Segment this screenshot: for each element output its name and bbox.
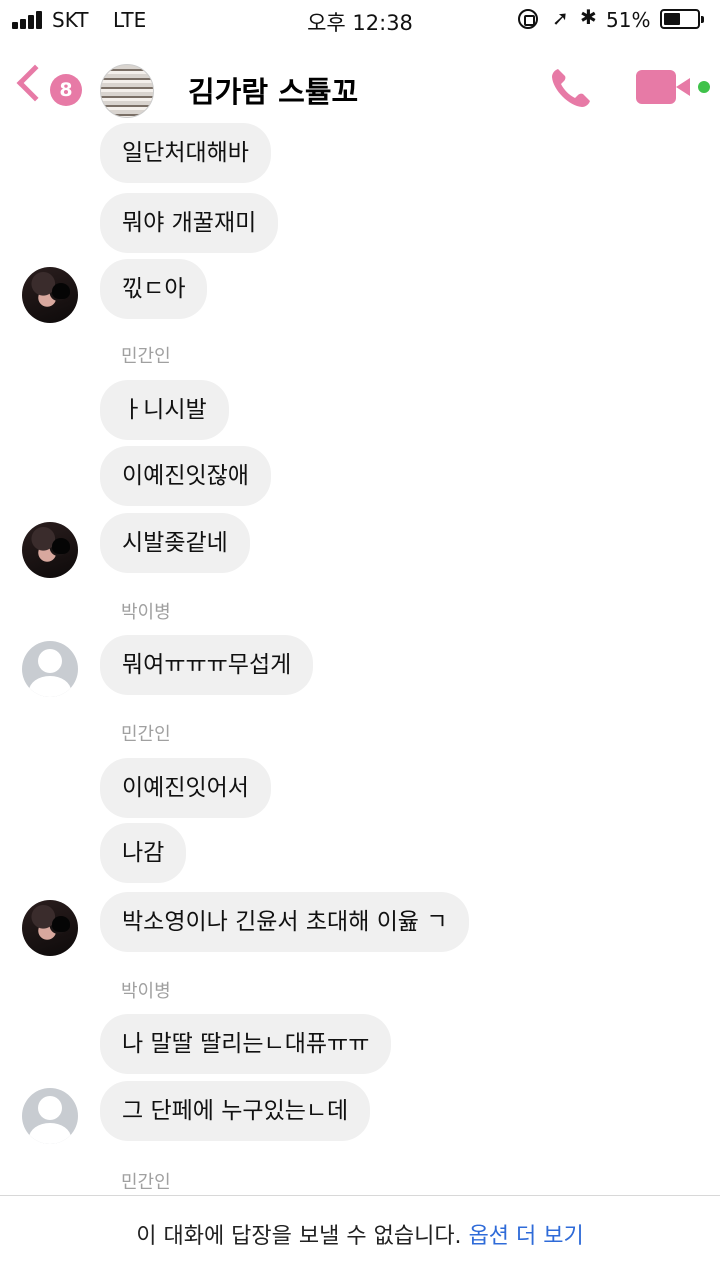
battery-percent: 51% xyxy=(606,8,651,32)
group-avatar[interactable] xyxy=(100,64,154,118)
phone-icon[interactable] xyxy=(547,64,595,112)
battery-icon xyxy=(660,9,704,29)
sender-avatar[interactable] xyxy=(22,522,78,578)
location-arrow-icon: ➚ xyxy=(552,6,569,30)
reply-disabled-footer: 이 대화에 답장을 보낼 수 없습니다. 옵션 더 보기 xyxy=(0,1195,720,1280)
message-bubble[interactable]: ㅏ니시발 xyxy=(100,380,229,440)
footer-notice-line: 이 대화에 답장을 보낼 수 없습니다. 옵션 더 보기 xyxy=(0,1218,720,1250)
video-camera-icon[interactable] xyxy=(636,70,716,106)
sender-name: 박이병 xyxy=(121,602,171,623)
default-avatar-icon[interactable] xyxy=(22,641,78,697)
chevron-left-icon[interactable] xyxy=(16,64,54,102)
message-bubble[interactable]: 이예진잇어서 xyxy=(100,758,271,818)
chat-title[interactable]: 김가람 스튤꼬 xyxy=(188,69,358,111)
message-bubble[interactable]: 끿ㄷ아 xyxy=(100,259,208,319)
sender-name: 민간인 xyxy=(121,346,171,367)
bluetooth-icon: ✱ xyxy=(580,5,597,29)
messenger-screen: SKT LTE 오후 12:38 ➚ ✱ 51% 8 김가람 스튤꼬 일단처대해… xyxy=(0,0,720,1280)
battery-fill xyxy=(664,13,680,25)
message-bubble[interactable]: 박소영이나 긴윤서 초대해 이윮 ㄱ xyxy=(100,892,470,952)
default-avatar-icon[interactable] xyxy=(22,1088,78,1144)
sender-name: 민간인 xyxy=(121,724,171,745)
chat-header: 8 김가람 스튤꼬 xyxy=(0,40,720,136)
message-bubble[interactable]: 그 단페에 누구있는ㄴ데 xyxy=(100,1081,371,1141)
message-bubble[interactable]: 시발좆같네 xyxy=(100,513,250,573)
sender-name: 민간인 xyxy=(121,1172,171,1193)
message-bubble[interactable]: 뭐야 개꿀재미 xyxy=(100,193,279,253)
status-bar: SKT LTE 오후 12:38 ➚ ✱ 51% xyxy=(0,0,720,40)
reply-disabled-notice: 이 대화에 답장을 보낼 수 없습니다. xyxy=(136,1224,462,1249)
message-bubble[interactable]: 뭐여ㅠㅠㅠ무섭게 xyxy=(100,635,314,695)
rotation-lock-icon xyxy=(518,9,538,29)
message-bubble[interactable]: 나감 xyxy=(100,823,187,883)
sender-avatar[interactable] xyxy=(22,900,78,956)
sender-avatar[interactable] xyxy=(22,267,78,323)
sender-name: 박이병 xyxy=(121,981,171,1002)
message-bubble[interactable]: 이예진잇잖애 xyxy=(100,446,271,506)
more-options-link[interactable]: 옵션 더 보기 xyxy=(469,1224,584,1249)
message-bubble[interactable]: 나 말딸 딸리는ㄴ대퓨ㅠㅠ xyxy=(100,1014,392,1074)
active-status-dot xyxy=(698,81,710,93)
message-bubble[interactable]: 일단처대해바 xyxy=(100,123,271,183)
unread-count-badge[interactable]: 8 xyxy=(50,74,82,106)
